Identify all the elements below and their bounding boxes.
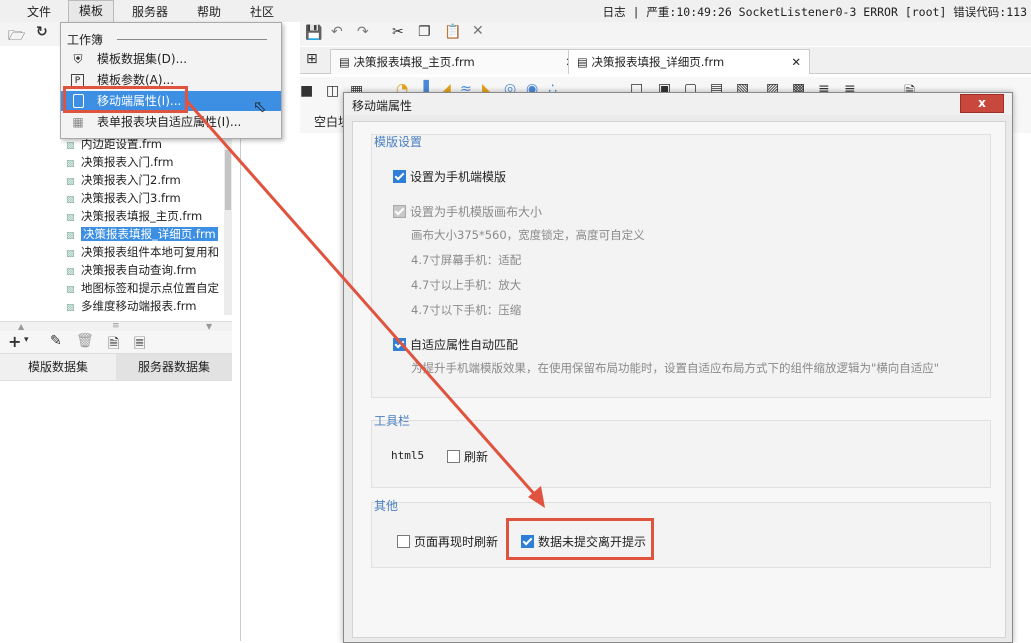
annotation-arrow [184,99,545,508]
arrow-line [184,99,538,497]
